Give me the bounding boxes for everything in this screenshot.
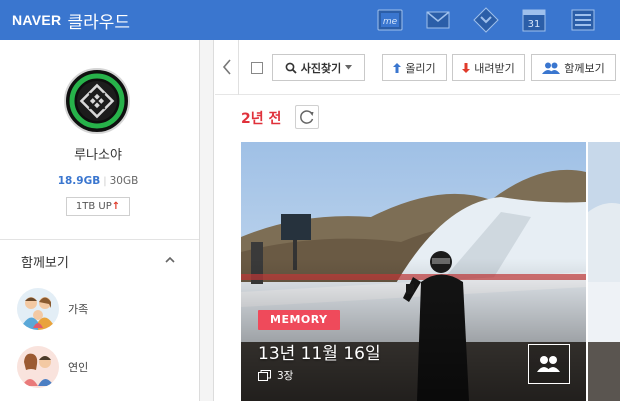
top-header: NAVER 클라우드 me 31 xyxy=(0,0,620,40)
period-label: 2년 전 xyxy=(241,111,282,127)
sidebar-item-label: 가족 xyxy=(68,303,89,316)
upgrade-label: 1TB UP xyxy=(75,201,112,212)
photo-search-label: 사진찾기 xyxy=(300,61,342,75)
calendar-day-text: 31 xyxy=(528,19,541,30)
sidebar-item-couple[interactable]: 연인 xyxy=(17,346,197,390)
family-avatar-icon xyxy=(17,288,59,330)
next-photo-thumbnail xyxy=(588,142,620,401)
toolbar: 사진찾기 올리기 내려받기 함께보기 xyxy=(215,40,620,95)
people-icon xyxy=(537,356,560,372)
chevron-down-icon xyxy=(345,65,353,70)
share-photo-button[interactable] xyxy=(528,344,570,384)
app-name: 클라우드 xyxy=(67,12,131,33)
refresh-icon[interactable] xyxy=(295,105,319,129)
bookmark-icon[interactable] xyxy=(473,7,499,33)
memo-icon[interactable]: me xyxy=(377,7,403,33)
storage-usage: 18.9GB | 30GB xyxy=(0,175,196,187)
calendar-icon[interactable]: 31 xyxy=(521,7,547,33)
mail-icon[interactable] xyxy=(425,7,451,33)
people-icon xyxy=(542,62,561,74)
photo-count-label: 3장 xyxy=(277,370,294,382)
upload-button[interactable]: 올리기 xyxy=(382,54,447,81)
storage-total: 30GB xyxy=(109,175,139,187)
memo-icon-text: me xyxy=(383,17,398,27)
brand-logo[interactable]: NAVER 클라우드 xyxy=(12,0,130,40)
profile-avatar[interactable] xyxy=(64,68,130,134)
storage-separator: | xyxy=(103,176,107,187)
chevron-left-icon xyxy=(222,59,231,75)
memory-badge: MEMORY xyxy=(258,310,340,330)
up-arrow-icon: ↑ xyxy=(111,201,121,212)
sidebar-divider xyxy=(0,239,199,240)
photo-count: 3장 xyxy=(258,368,293,383)
photo-search-button[interactable]: 사진찾기 xyxy=(272,54,365,81)
select-all-checkbox[interactable] xyxy=(251,62,263,74)
timeline-content: 2년 전 MEMORY 13년 11월 16일 3장 xyxy=(215,96,620,401)
share-view-label: 함께보기 xyxy=(564,61,605,75)
upload-label: 올리기 xyxy=(405,61,436,75)
sidebar-item-label: 연인 xyxy=(68,361,89,374)
chevron-up-icon[interactable] xyxy=(163,252,177,266)
collapse-sidebar-button[interactable] xyxy=(215,40,239,95)
download-button[interactable]: 내려받기 xyxy=(452,54,525,81)
download-label: 내려받기 xyxy=(474,61,515,75)
sidebar: 루나소야 18.9GB | 30GB 1TB UP↑ 함께보기 가족 연인 xyxy=(0,40,200,401)
photos-stack-icon xyxy=(258,370,271,381)
storage-used: 18.9GB xyxy=(57,175,101,187)
sidebar-item-family[interactable]: 가족 xyxy=(17,288,197,332)
download-arrow-icon xyxy=(462,62,471,73)
naver-logo-text: NAVER xyxy=(12,12,62,28)
couple-avatar-icon xyxy=(17,346,59,388)
list-icon[interactable] xyxy=(570,7,596,33)
photo-date: 13년 11월 16일 xyxy=(258,344,381,364)
search-icon xyxy=(285,62,297,74)
upgrade-storage-button[interactable]: 1TB UP↑ xyxy=(66,197,130,216)
share-view-button[interactable]: 함께보기 xyxy=(531,54,616,81)
next-photo-card[interactable] xyxy=(588,142,620,401)
upload-arrow-icon xyxy=(393,62,402,73)
profile-emblem-icon xyxy=(68,72,126,130)
share-section-title[interactable]: 함께보기 xyxy=(21,252,69,271)
memory-photo-card[interactable]: MEMORY 13년 11월 16일 3장 xyxy=(241,142,586,401)
sidebar-gutter xyxy=(200,40,214,401)
user-name: 루나소야 xyxy=(74,148,122,163)
